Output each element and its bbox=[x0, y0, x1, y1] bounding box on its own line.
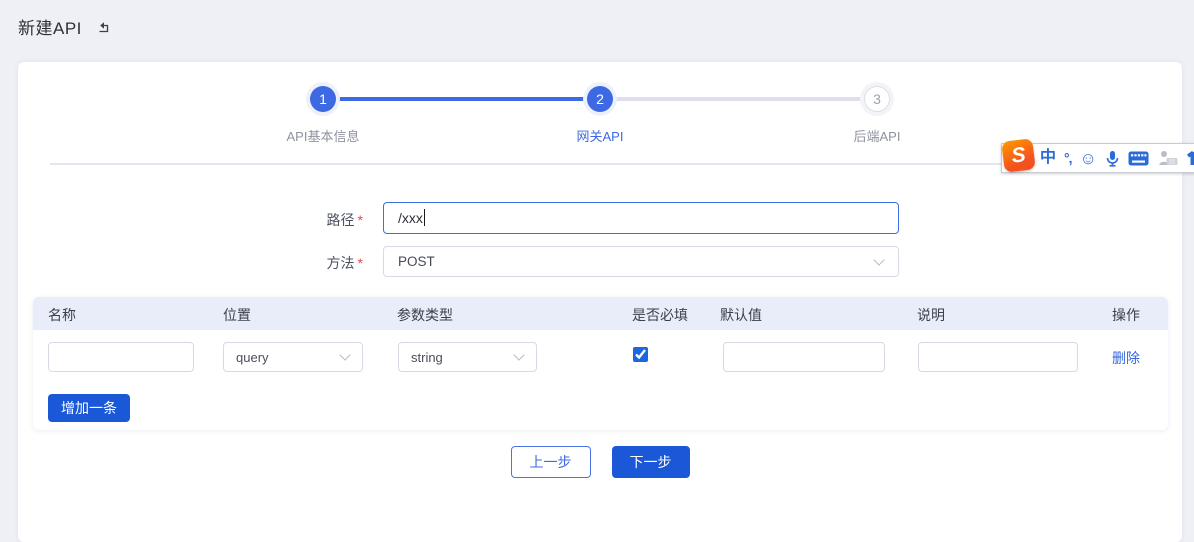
chevron-down-icon bbox=[513, 349, 524, 360]
params-table-header: 名称 位置 参数类型 是否必填 默认值 说明 操作 bbox=[33, 297, 1168, 330]
param-type-select[interactable]: string bbox=[398, 342, 537, 372]
wizard-card: 1 2 3 API基本信息 网关API 后端API 路径* 方法* POST 名… bbox=[18, 62, 1182, 542]
virtual-keyboard-icon[interactable] bbox=[1128, 151, 1149, 166]
step-3-number: 3 bbox=[873, 91, 881, 107]
delete-row-link[interactable]: 删除 bbox=[1112, 348, 1140, 368]
method-label: 方法* bbox=[253, 253, 363, 273]
chevron-down-icon bbox=[873, 254, 884, 265]
step-2-number: 2 bbox=[596, 91, 604, 107]
step-3-label: 后端API bbox=[787, 126, 967, 145]
stepper-connector-todo bbox=[610, 97, 868, 101]
ime-icon-row: 中 °, ☺ 22 bbox=[1040, 144, 1194, 172]
punctuation-mode-icon[interactable]: °, bbox=[1064, 151, 1072, 165]
step-1-circle[interactable]: 1 bbox=[310, 86, 336, 112]
path-input[interactable] bbox=[383, 202, 899, 234]
step-1-label: API基本信息 bbox=[233, 126, 413, 145]
param-type-value: string bbox=[411, 350, 443, 365]
method-select[interactable]: POST bbox=[383, 246, 899, 277]
col-name: 名称 bbox=[48, 305, 76, 325]
required-mark: * bbox=[358, 255, 363, 271]
col-desc: 说明 bbox=[917, 305, 945, 325]
sogou-logo-icon[interactable]: S bbox=[1001, 138, 1036, 173]
step-1-number: 1 bbox=[319, 91, 327, 107]
method-select-value: POST bbox=[398, 254, 435, 269]
cross-screen-input-icon[interactable]: 22 bbox=[1157, 150, 1178, 166]
step-2-circle[interactable]: 2 bbox=[587, 86, 613, 112]
param-location-value: query bbox=[236, 350, 269, 365]
ime-toolbar: S 中 °, ☺ 22 bbox=[1001, 143, 1194, 173]
param-desc-input[interactable] bbox=[918, 342, 1078, 372]
next-step-button[interactable]: 下一步 bbox=[612, 446, 690, 478]
wizard-footer: 上一步 下一步 bbox=[18, 446, 1182, 478]
chevron-down-icon bbox=[339, 349, 350, 360]
path-label: 路径* bbox=[253, 210, 363, 230]
voice-input-icon[interactable] bbox=[1105, 150, 1120, 167]
text-caret bbox=[424, 209, 425, 226]
svg-text:22: 22 bbox=[1169, 159, 1175, 165]
param-location-select[interactable]: query bbox=[223, 342, 363, 372]
param-default-input[interactable] bbox=[723, 342, 885, 372]
prev-step-button[interactable]: 上一步 bbox=[511, 446, 591, 478]
params-table: 名称 位置 参数类型 是否必填 默认值 说明 操作 query string 删… bbox=[33, 297, 1168, 430]
stepper-connector-done bbox=[332, 97, 590, 101]
skin-center-icon[interactable] bbox=[1186, 150, 1194, 166]
col-required: 是否必填 bbox=[632, 305, 688, 325]
top-bar: 新建API bbox=[18, 14, 112, 39]
add-row-button[interactable]: 增加一条 bbox=[48, 394, 130, 422]
required-mark: * bbox=[358, 212, 363, 228]
col-action: 操作 bbox=[1112, 305, 1140, 325]
page-root: { "page": { "title": "新建API" }, "stepper… bbox=[0, 0, 1194, 542]
step-3-circle[interactable]: 3 bbox=[864, 86, 890, 112]
param-name-input[interactable] bbox=[48, 342, 194, 372]
section-divider bbox=[50, 163, 1152, 165]
col-type: 参数类型 bbox=[397, 305, 453, 325]
chinese-mode-icon[interactable]: 中 bbox=[1040, 150, 1056, 166]
emoji-panel-icon[interactable]: ☺ bbox=[1080, 150, 1097, 167]
back-undo-icon[interactable] bbox=[96, 19, 112, 35]
col-default: 默认值 bbox=[720, 305, 762, 325]
col-location: 位置 bbox=[223, 305, 251, 325]
step-2-label: 网关API bbox=[510, 126, 690, 145]
param-required-checkbox[interactable] bbox=[633, 347, 648, 362]
page-title: 新建API bbox=[18, 14, 82, 39]
